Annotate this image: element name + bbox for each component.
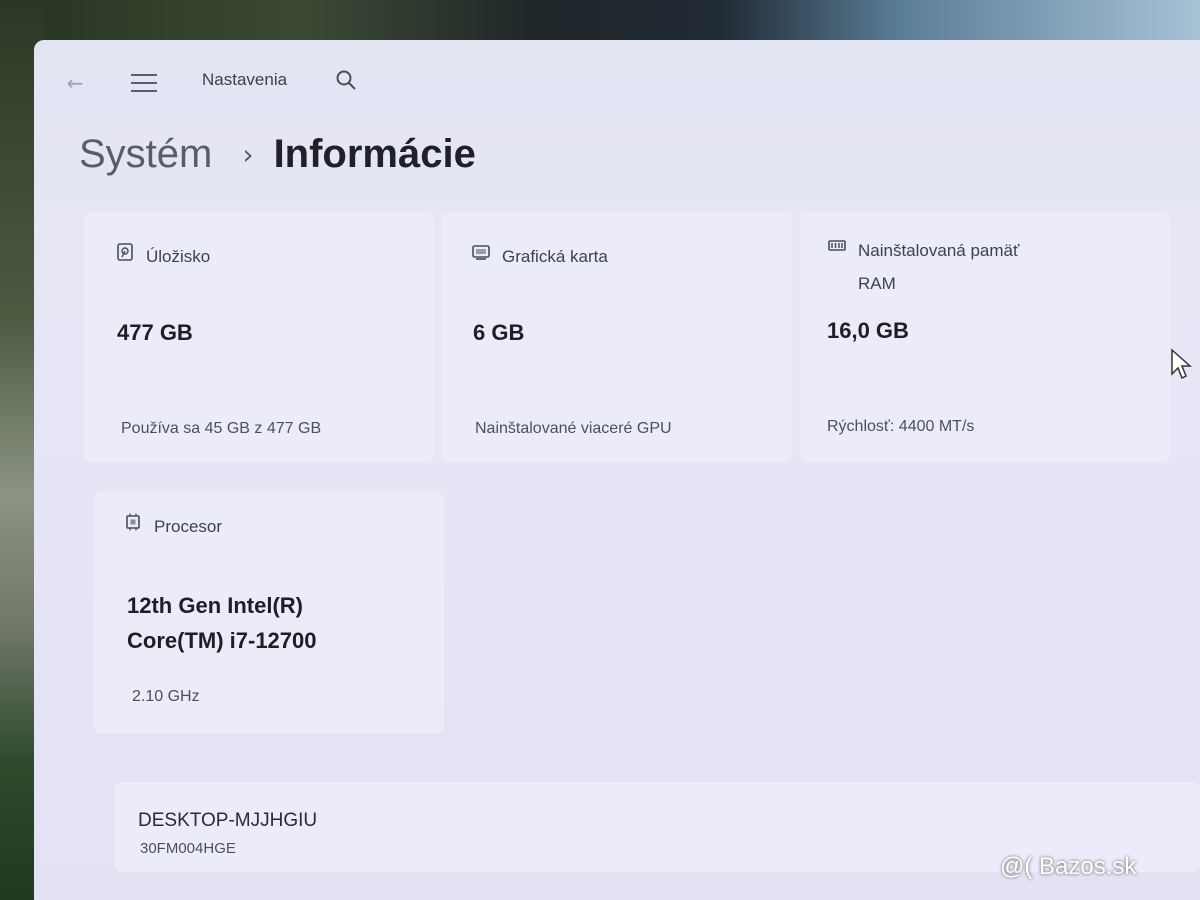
storage-card: Úložisko 477 GB Používa sa 45 GB z 477 G…: [84, 212, 434, 462]
device-name: DESKTOP-MJJHGIU: [138, 810, 318, 831]
storage-label: Úložisko: [146, 247, 211, 266]
chevron-right-icon: ›: [242, 137, 254, 171]
page-title: Informácie: [273, 131, 476, 176]
gpu-label: Grafická karta: [502, 247, 608, 266]
storage-usage: Používa sa 45 GB z 477 GB: [121, 420, 322, 437]
ram-value: 16,0 GB: [827, 318, 909, 343]
app-title: Nastavenia: [202, 70, 288, 89]
processor-icon: [126, 513, 140, 531]
watermark: @( Bazos.sk: [1000, 853, 1137, 880]
gpu-description: Nainštalované viaceré GPU: [475, 420, 672, 437]
mouse-cursor-icon: [1171, 348, 1192, 380]
settings-window: ← Nastavenia Systém › Informácie Úložisk…: [34, 40, 1200, 900]
storage-value: 477 GB: [117, 320, 193, 345]
ram-speed: Rýchlosť: 4400 MT/s: [827, 418, 975, 435]
device-model: 30FM004HGE: [140, 840, 236, 857]
storage-icon: [117, 243, 133, 261]
ram-label-line2: RAM: [858, 274, 896, 293]
search-icon[interactable]: [334, 68, 362, 96]
ram-label-line1: Nainštalovaná pamäť: [858, 241, 1020, 260]
gpu-card: Grafická karta 6 GB Nainštalované viacer…: [442, 212, 792, 462]
processor-name-line2: Core(TM) i7-12700: [127, 628, 317, 653]
memory-icon: [828, 240, 846, 251]
ram-card: Nainštalovaná pamäť RAM 16,0 GB Rýchlosť…: [800, 212, 1170, 462]
title-bar: ← Nastavenia: [34, 40, 1200, 120]
processor-name-line1: 12th Gen Intel(R): [127, 593, 304, 618]
hamburger-menu-icon[interactable]: [128, 68, 160, 98]
processor-label: Procesor: [154, 517, 223, 536]
breadcrumb-system[interactable]: Systém: [79, 132, 212, 177]
processor-frequency: 2.10 GHz: [132, 688, 200, 705]
back-arrow-icon[interactable]: ←: [60, 68, 90, 98]
processor-card: Procesor 12th Gen Intel(R) Core(TM) i7-1…: [94, 492, 444, 734]
gpu-icon: [472, 245, 490, 260]
gpu-value: 6 GB: [473, 320, 525, 345]
processor-value: 12th Gen Intel(R) Core(TM) i7-12700: [127, 588, 317, 658]
breadcrumb: Systém › Informácie: [79, 124, 476, 184]
